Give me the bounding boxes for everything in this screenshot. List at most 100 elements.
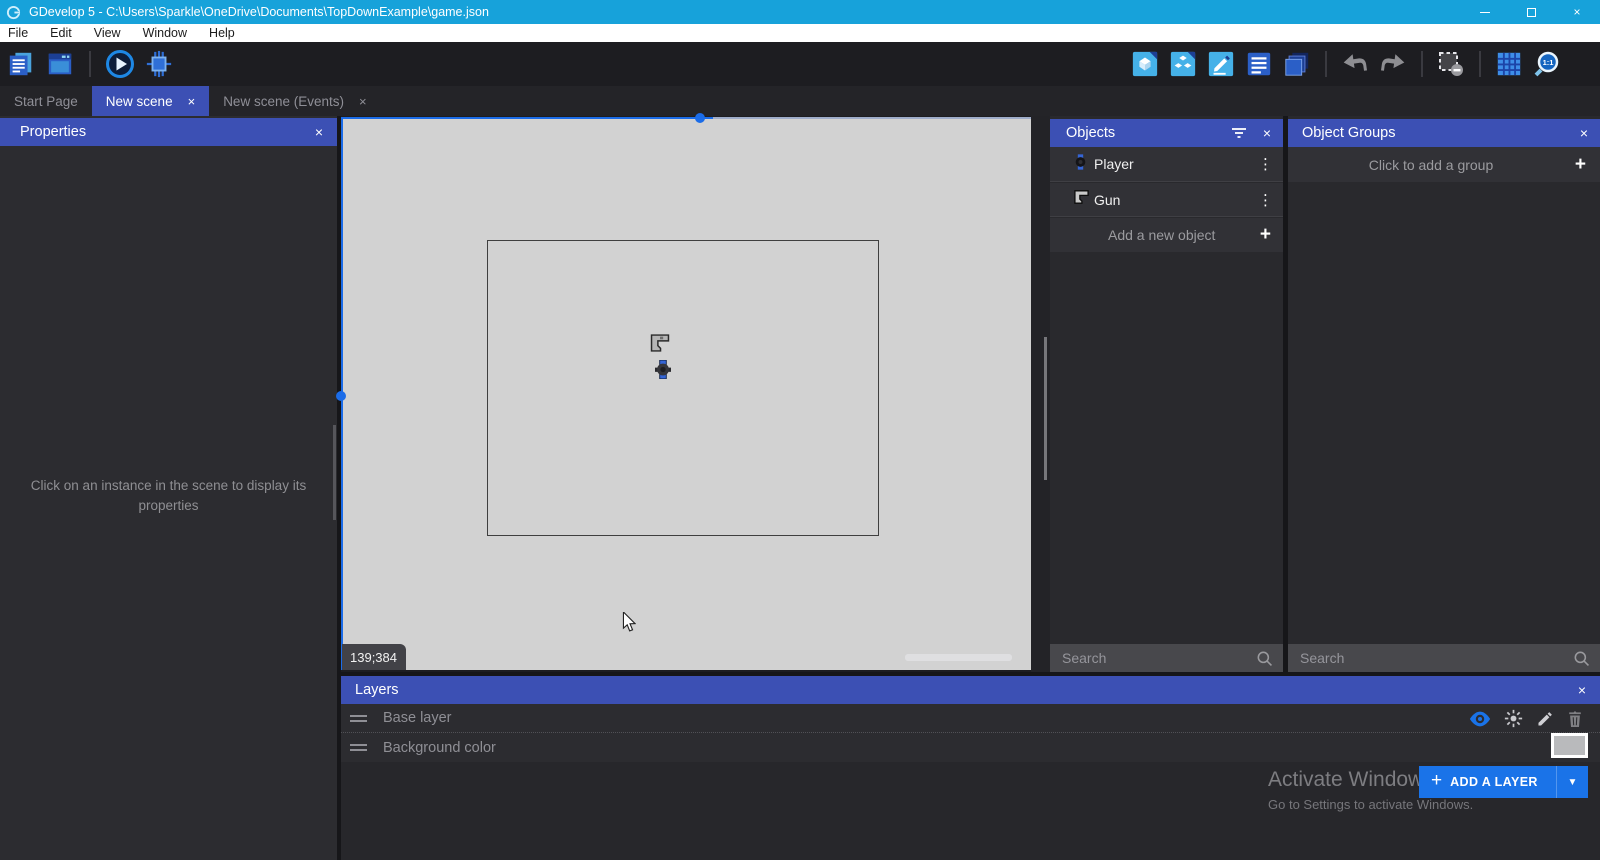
layer-delete-icon[interactable] (1567, 710, 1583, 728)
tab-new-scene[interactable]: New scene × (92, 86, 209, 116)
close-icon[interactable]: × (1580, 125, 1588, 141)
layer-visibility-icon[interactable] (1469, 711, 1491, 727)
plus-icon: + (1260, 224, 1271, 246)
drag-handle-icon[interactable] (350, 715, 367, 722)
zoom-1-1-icon[interactable]: 1:1 (1532, 49, 1562, 79)
tab-close-icon[interactable]: × (188, 94, 196, 109)
properties-empty-message: Click on an instance in the scene to dis… (24, 476, 313, 516)
canvas-horizontal-scrollbar[interactable] (905, 654, 1012, 661)
play-icon[interactable] (105, 49, 135, 79)
minimize-icon (1480, 12, 1490, 13)
menu-help[interactable]: Help (209, 26, 235, 40)
objects-panel-icon[interactable] (1130, 49, 1160, 79)
objects-panel-title: Objects (1066, 125, 1115, 141)
tab-label: Start Page (14, 94, 78, 109)
object-groups-panel: Object Groups × Click to add a group + (1288, 116, 1600, 672)
menu-view[interactable]: View (94, 26, 121, 40)
tabbar: Start Page New scene × New scene (Events… (0, 86, 1600, 116)
close-button[interactable]: × (1554, 0, 1600, 24)
menu-window[interactable]: Window (143, 26, 187, 40)
clear-selection-icon[interactable] (1436, 49, 1466, 79)
player-instance[interactable] (655, 360, 671, 384)
properties-panel-icon[interactable] (1206, 49, 1236, 79)
add-object-button[interactable]: Add a new object + (1050, 218, 1283, 252)
layer-row-background-color[interactable]: Background color (341, 733, 1600, 762)
selection-handle-left[interactable] (336, 391, 346, 401)
toolbar-separator (89, 51, 91, 77)
chevron-down-icon: ▼ (1568, 777, 1578, 788)
close-icon: × (1573, 5, 1580, 19)
search-icon (1573, 650, 1590, 667)
gun-object-icon (1074, 190, 1089, 209)
add-object-label: Add a new object (1108, 227, 1215, 243)
close-icon[interactable]: × (1578, 682, 1586, 698)
add-layer-button[interactable]: + ADD A LAYER ▼ (1419, 766, 1588, 798)
debugger-icon[interactable] (144, 49, 174, 79)
selection-border-top (341, 117, 713, 119)
canvas-vertical-scrollbar[interactable] (1044, 337, 1047, 480)
scene-window-icon[interactable] (45, 49, 75, 79)
menubar: File Edit View Window Help (0, 24, 1600, 42)
toolbar: 1:1 (0, 42, 1600, 86)
object-menu-icon[interactable]: ⋮ (1258, 155, 1273, 173)
menu-edit[interactable]: Edit (50, 26, 72, 40)
watermark-line2: Go to Settings to activate Windows. (1268, 797, 1473, 812)
object-name: Gun (1094, 192, 1120, 208)
objects-panel: Objects × Player ⋮ Gun ⋮ Add a new objec… (1050, 116, 1283, 672)
redo-icon[interactable] (1378, 49, 1408, 79)
tab-start-page[interactable]: Start Page (0, 86, 92, 116)
layer-row-base[interactable]: Base layer (341, 704, 1600, 733)
objects-search-input[interactable] (1050, 644, 1256, 672)
minimize-button[interactable] (1462, 0, 1508, 24)
tab-label: New scene (Events) (223, 94, 344, 109)
properties-panel: Properties × Click on an instance in the… (0, 116, 337, 860)
layer-effects-icon[interactable] (1504, 709, 1523, 728)
gdevelop-logo-icon (6, 5, 21, 20)
layers-panel-body: Activate Windows Go to Settings to activ… (341, 762, 1600, 860)
object-row-gun[interactable]: Gun ⋮ (1050, 183, 1283, 217)
add-layer-dropdown[interactable]: ▼ (1556, 766, 1588, 798)
zoom-label: 1:1 (1543, 58, 1554, 67)
plus-icon: + (1575, 154, 1586, 176)
tab-close-icon[interactable]: × (359, 94, 367, 109)
drag-handle-icon[interactable] (350, 744, 367, 751)
groups-search-input[interactable] (1288, 644, 1573, 672)
toolbar-separator (1421, 51, 1423, 77)
close-icon[interactable]: × (1263, 125, 1271, 141)
background-color-swatch[interactable] (1551, 733, 1588, 758)
mouse-cursor (622, 612, 636, 637)
window-title: GDevelop 5 - C:\Users\Sparkle\OneDrive\D… (29, 5, 489, 19)
groups-search (1288, 644, 1600, 672)
layers-panel-title: Layers (355, 682, 399, 698)
undo-icon[interactable] (1340, 49, 1370, 79)
properties-scrollbar[interactable] (333, 425, 336, 520)
grid-icon[interactable] (1494, 49, 1524, 79)
add-layer-label: ADD A LAYER (1450, 775, 1538, 789)
instances-list-icon[interactable] (1244, 49, 1274, 79)
plus-icon: + (1431, 770, 1442, 792)
cursor-coordinates-badge: 139;384 (342, 644, 406, 670)
player-object-icon (1074, 154, 1087, 175)
tab-new-scene-events[interactable]: New scene (Events) × (209, 86, 380, 116)
game-window-rectangle (487, 240, 879, 536)
toolbar-separator (1325, 51, 1327, 77)
object-groups-panel-icon[interactable] (1168, 49, 1198, 79)
object-groups-panel-title: Object Groups (1302, 125, 1396, 141)
close-icon[interactable]: × (315, 124, 323, 140)
gun-instance[interactable] (650, 334, 670, 357)
coordinates-value: 139;384 (350, 650, 397, 665)
project-manager-icon[interactable] (6, 49, 36, 79)
filter-icon[interactable] (1231, 127, 1247, 139)
object-row-player[interactable]: Player ⋮ (1050, 147, 1283, 182)
menu-file[interactable]: File (8, 26, 28, 40)
selection-handle-top[interactable] (695, 113, 705, 123)
layers-panel: Layers × Base layer (341, 676, 1600, 860)
search-icon (1256, 650, 1273, 667)
add-group-button[interactable]: Click to add a group + (1288, 147, 1600, 182)
maximize-icon (1527, 8, 1536, 17)
scene-canvas[interactable]: 139;384 (341, 117, 1031, 670)
maximize-button[interactable] (1508, 0, 1554, 24)
layer-edit-icon[interactable] (1536, 710, 1554, 728)
object-menu-icon[interactable]: ⋮ (1258, 191, 1273, 209)
layers-panel-icon[interactable] (1282, 49, 1312, 79)
